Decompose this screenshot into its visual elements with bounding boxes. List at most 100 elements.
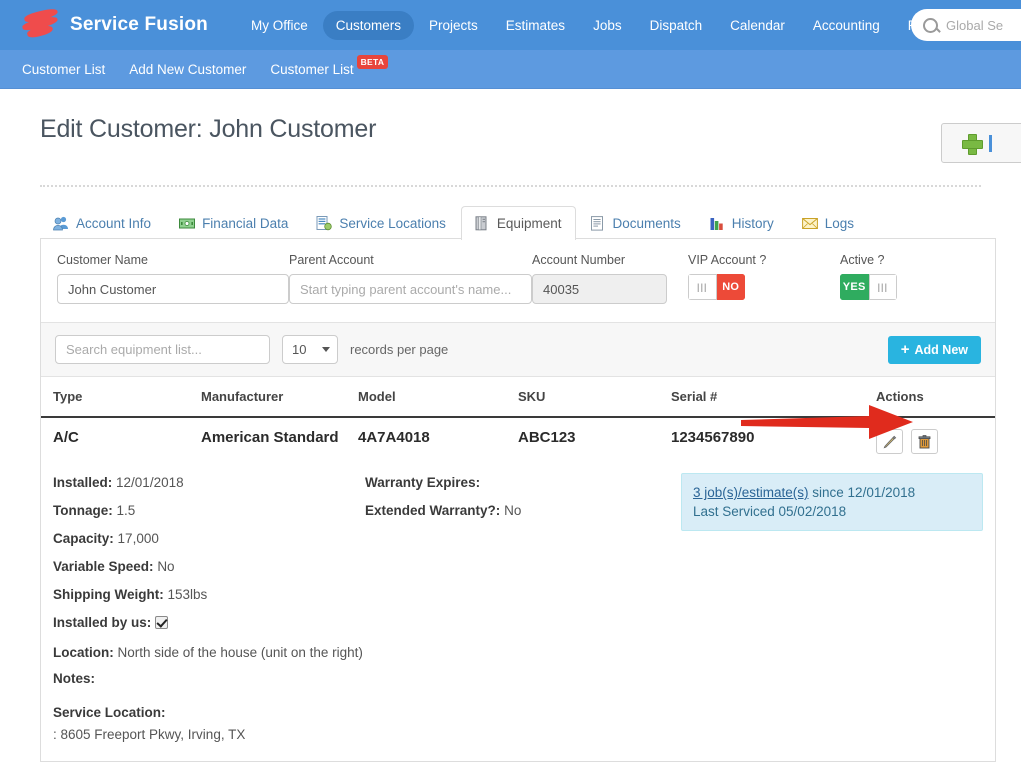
column-header-actions: Actions bbox=[876, 377, 995, 418]
add-record-button[interactable] bbox=[941, 123, 1021, 163]
field-parent-account: Parent Account bbox=[289, 253, 532, 304]
envelope-icon bbox=[801, 218, 818, 229]
brand-name: Service Fusion bbox=[70, 14, 208, 35]
subnav-label: Customer List bbox=[22, 61, 106, 77]
detail-capacity-value: 17,000 bbox=[117, 531, 159, 546]
records-per-page-value: 10 bbox=[292, 342, 307, 357]
detail-extended-warranty-label: Extended Warranty?: bbox=[365, 503, 501, 518]
column-header-sku[interactable]: SKU bbox=[518, 377, 671, 418]
field-account-number: Account Number bbox=[532, 253, 688, 304]
tab-label: Service Locations bbox=[339, 216, 446, 231]
nav-item-estimates[interactable]: Estimates bbox=[493, 11, 578, 40]
tab-label: Financial Data bbox=[202, 216, 289, 231]
nav-item-customers[interactable]: Customers bbox=[322, 10, 414, 40]
column-header-serial[interactable]: Serial # bbox=[671, 377, 876, 418]
detail-variable-speed: Variable Speed: No bbox=[53, 553, 365, 581]
cell-sku: ABC123 bbox=[518, 429, 576, 446]
service-fusion-logo-icon bbox=[21, 7, 60, 40]
equipment-table: Type Manufacturer Model SKU Serial # Act… bbox=[41, 377, 995, 465]
detail-variable-speed-value: No bbox=[157, 559, 175, 574]
parent-account-label: Parent Account bbox=[289, 253, 374, 267]
jobs-estimates-link[interactable]: 3 job(s)/estimate(s) bbox=[693, 485, 809, 500]
tab-service-locations[interactable]: Service Locations bbox=[303, 206, 461, 240]
server-icon bbox=[475, 216, 487, 231]
subnav-item-add-new-customer[interactable]: Add New Customer bbox=[129, 62, 246, 77]
records-per-page-select[interactable]: 10 bbox=[282, 335, 338, 364]
installed-by-us-checkbox[interactable] bbox=[155, 616, 169, 629]
search-equipment-input[interactable] bbox=[55, 335, 270, 364]
vip-account-value: NO bbox=[716, 274, 745, 300]
main-nav-items: My Office Customers Projects Estimates J… bbox=[238, 10, 968, 40]
toggle-handle: ||| bbox=[688, 274, 717, 300]
table-header-row: Type Manufacturer Model SKU Serial # Act… bbox=[41, 377, 995, 418]
equipment-list-toolbar: 10 records per page + Add New bbox=[41, 323, 995, 377]
top-navigation-bar: Service Fusion My Office Customers Proje… bbox=[0, 0, 1021, 50]
subnav-item-customer-list[interactable]: Customer List bbox=[22, 62, 105, 77]
cell-model: 4A7A4018 bbox=[358, 429, 430, 446]
tab-financial-data[interactable]: Financial Data bbox=[166, 206, 303, 240]
tab-equipment[interactable]: Equipment bbox=[460, 206, 577, 240]
chevron-down-icon bbox=[322, 347, 330, 352]
nav-item-dispatch[interactable]: Dispatch bbox=[637, 11, 716, 40]
column-header-type[interactable]: Type bbox=[41, 377, 201, 418]
detail-capacity-label: Capacity: bbox=[53, 531, 114, 546]
document-list-icon bbox=[316, 216, 333, 231]
nav-item-projects[interactable]: Projects bbox=[416, 11, 491, 40]
beta-badge: BETA bbox=[356, 54, 389, 69]
detail-capacity: Capacity: 17,000 bbox=[53, 525, 365, 553]
cell-actions bbox=[876, 417, 995, 465]
delete-equipment-button[interactable] bbox=[911, 429, 939, 454]
detail-column-left: Installed: 12/01/2018 Tonnage: 1.5 Capac… bbox=[53, 469, 365, 745]
column-header-manufacturer[interactable]: Manufacturer bbox=[201, 377, 358, 418]
tab-account-info[interactable]: Account Info bbox=[40, 206, 166, 240]
users-icon bbox=[53, 216, 68, 231]
customer-summary-form: Customer Name Parent Account Account Num… bbox=[41, 239, 995, 323]
equipment-detail-section: Installed: 12/01/2018 Tonnage: 1.5 Capac… bbox=[41, 465, 995, 761]
cell-serial: 1234567890 bbox=[671, 429, 755, 446]
detail-tonnage: Tonnage: 1.5 bbox=[53, 497, 365, 525]
account-number-input[interactable] bbox=[532, 274, 667, 304]
nav-item-my-office[interactable]: My Office bbox=[238, 11, 321, 40]
jobs-info-box: 3 job(s)/estimate(s) since 12/01/2018 La… bbox=[681, 473, 983, 531]
pencil-icon bbox=[883, 435, 896, 448]
tab-list: Account Info Financial Data Service Loca… bbox=[40, 205, 996, 240]
tab-history[interactable]: History bbox=[696, 206, 789, 240]
nav-item-jobs[interactable]: Jobs bbox=[580, 11, 635, 40]
parent-account-input[interactable] bbox=[289, 274, 532, 304]
tab-logs[interactable]: Logs bbox=[789, 206, 869, 240]
field-customer-name: Customer Name bbox=[57, 253, 289, 304]
global-search-placeholder: Global Se bbox=[946, 17, 1004, 33]
detail-tonnage-value: 1.5 bbox=[116, 503, 136, 518]
active-toggle[interactable]: YES ||| bbox=[840, 274, 897, 300]
detail-location-label: Location: bbox=[53, 645, 114, 660]
brand-logo[interactable]: Service Fusion bbox=[21, 7, 208, 40]
tab-label: Logs bbox=[824, 216, 855, 231]
customer-name-label: Customer Name bbox=[57, 253, 148, 267]
bar-chart-icon bbox=[710, 218, 723, 230]
cell-manufacturer: American Standard bbox=[201, 429, 339, 446]
detail-installed-label: Installed: bbox=[53, 475, 113, 490]
tab-label: History bbox=[731, 216, 774, 231]
jobs-info-line-1: 3 job(s)/estimate(s) since 12/01/2018 bbox=[693, 483, 971, 502]
vip-account-toggle[interactable]: ||| NO bbox=[688, 274, 745, 300]
tab-documents[interactable]: Documents bbox=[576, 206, 695, 240]
global-search-box[interactable]: Global Se bbox=[911, 9, 1021, 41]
detail-location: Location: North side of the house (unit … bbox=[53, 643, 365, 663]
sub-navigation-bar: Customer List Add New Customer Customer … bbox=[0, 50, 1021, 89]
last-serviced-text: Last Serviced 05/02/2018 bbox=[693, 504, 847, 519]
edit-equipment-button[interactable] bbox=[876, 429, 903, 454]
equipment-panel: Customer Name Parent Account Account Num… bbox=[40, 238, 996, 762]
add-new-equipment-button[interactable]: + Add New bbox=[887, 335, 981, 364]
nav-item-calendar[interactable]: Calendar bbox=[717, 11, 798, 40]
column-header-model[interactable]: Model bbox=[358, 377, 518, 418]
detail-shipping-weight: Shipping Weight: 153lbs bbox=[53, 581, 365, 609]
detail-column-right: 3 job(s)/estimate(s) since 12/01/2018 La… bbox=[681, 469, 983, 745]
tab-label: Account Info bbox=[76, 216, 152, 231]
customer-name-input[interactable] bbox=[57, 274, 289, 304]
subnav-item-customer-list-beta[interactable]: Customer List BETA bbox=[270, 54, 389, 77]
detail-installed-by-us-label: Installed by us: bbox=[53, 615, 152, 630]
nav-item-accounting[interactable]: Accounting bbox=[800, 11, 893, 40]
detail-tonnage-label: Tonnage: bbox=[53, 503, 113, 518]
active-label: Active ? bbox=[840, 253, 885, 267]
detail-shipping-weight-label: Shipping Weight: bbox=[53, 587, 164, 602]
